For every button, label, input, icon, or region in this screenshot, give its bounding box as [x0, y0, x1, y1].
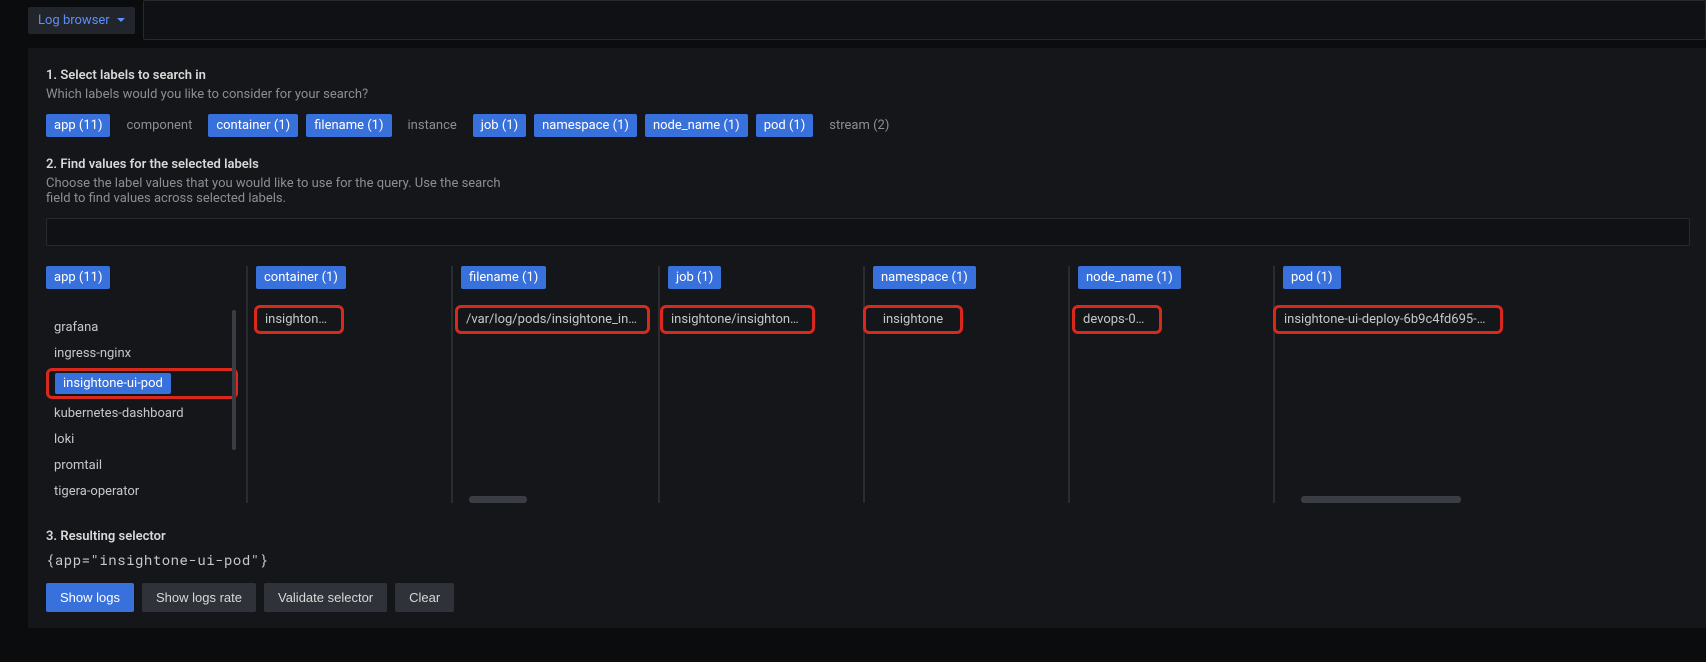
scrollbar-horizontal[interactable] [469, 496, 527, 503]
label-chip-namespace[interactable]: namespace (1) [534, 114, 637, 137]
column-header[interactable]: namespace (1) [873, 266, 976, 289]
value-list: devops-0002 [1078, 305, 1265, 334]
action-button-row: Show logs Show logs rate Validate select… [46, 583, 1690, 612]
column-divider [1068, 266, 1070, 503]
validate-selector-button[interactable]: Validate selector [264, 583, 387, 612]
label-chip-node_name[interactable]: node_name (1) [645, 114, 748, 137]
value-item-highlighted[interactable]: insightone/insightone-ui-pod [660, 305, 815, 334]
label-chip-app[interactable]: app (11) [46, 114, 110, 137]
log-browser-label: Log browser [38, 13, 110, 28]
column-header[interactable]: pod (1) [1283, 266, 1341, 289]
value-list: insightone/insightone-ui-pod [668, 305, 855, 334]
label-chip-job[interactable]: job (1) [473, 114, 526, 137]
label-value-search-input[interactable] [46, 218, 1690, 246]
column-header[interactable]: node_name (1) [1078, 266, 1181, 289]
top-bar: Log browser [0, 0, 1706, 40]
label-chip-stream[interactable]: stream (2) [821, 114, 897, 137]
value-list: grafana ingress-nginx insightone-ui-pod kub… [46, 305, 238, 503]
value-item[interactable]: promtail [46, 454, 238, 477]
label-column-pod: pod (1) insightone-ui-deploy-6b9c4fd695-7… [1283, 266, 1513, 503]
value-list: insightone [873, 305, 1060, 334]
value-list: /var/log/pods/insightone_insightone [461, 305, 650, 334]
section2-desc: Choose the label values that you would l… [46, 176, 506, 206]
label-chip-container[interactable]: container (1) [208, 114, 298, 137]
scrollbar-horizontal[interactable] [1301, 496, 1461, 503]
label-column-app: app (11) grafana ingress-nginx insightone-u… [46, 266, 246, 503]
value-item-highlighted[interactable]: insightone-ui-pod [46, 368, 238, 399]
log-browser-toggle[interactable]: Log browser [28, 7, 135, 34]
column-divider [451, 266, 453, 503]
query-input[interactable] [143, 0, 1706, 40]
value-list: insightone-ui-deploy-6b9c4fd695-7j4 [1283, 305, 1505, 334]
section-select-labels: 1. Select labels to search in Which labe… [46, 68, 1690, 137]
value-item[interactable]: tigera-operator [46, 480, 238, 503]
value-item-highlighted[interactable]: insightone-ui-deploy-6b9c4fd695-7j4 [1273, 305, 1503, 334]
column-divider [658, 266, 660, 503]
value-item-highlighted[interactable]: insightone-ui [254, 305, 344, 334]
chevron-down-icon [117, 18, 125, 22]
section2-title: 2. Find values for the selected labels [46, 157, 1690, 172]
section1-desc: Which labels would you like to consider … [46, 87, 506, 102]
label-column-container: container (1) insightone-ui [256, 266, 451, 503]
clear-button[interactable]: Clear [395, 583, 454, 612]
label-column-filename: filename (1) /var/log/pods/insightone_ins… [461, 266, 658, 503]
show-logs-rate-button[interactable]: Show logs rate [142, 583, 256, 612]
section1-title: 1. Select labels to search in [46, 68, 1690, 83]
label-chip-pod[interactable]: pod (1) [756, 114, 814, 137]
label-column-job: job (1) insightone/insightone-ui-pod [668, 266, 863, 503]
column-header[interactable]: app (11) [46, 266, 110, 289]
label-value-columns: app (11) grafana ingress-nginx insightone-u… [46, 266, 1690, 503]
show-logs-button[interactable]: Show logs [46, 583, 134, 612]
value-item-highlighted[interactable]: devops-0002 [1072, 305, 1162, 334]
value-item[interactable]: kubernetes-dashboard [46, 402, 238, 425]
section-find-values: 2. Find values for the selected labels C… [46, 157, 1690, 246]
value-item-highlighted[interactable]: insightone [863, 305, 963, 334]
column-header[interactable]: filename (1) [461, 266, 546, 289]
section-resulting-selector: 3. Resulting selector {app="insightone-u… [46, 529, 1690, 612]
column-divider [246, 266, 248, 503]
column-divider [863, 266, 865, 503]
label-chips-row: app (11) component container (1) filename (… [46, 114, 1690, 137]
section3-title: 3. Resulting selector [46, 529, 1690, 544]
label-column-namespace: namespace (1) insightone [873, 266, 1068, 503]
label-column-node_name: node_name (1) devops-0002 [1078, 266, 1273, 503]
column-header[interactable]: container (1) [256, 266, 346, 289]
label-chip-component[interactable]: component [118, 114, 200, 137]
label-chip-filename[interactable]: filename (1) [306, 114, 391, 137]
label-chip-instance[interactable]: instance [400, 114, 465, 137]
value-item-cutoff [46, 305, 238, 313]
value-list: insightone-ui [256, 305, 443, 334]
resulting-selector: {app="insightone-ui-pod"} [46, 550, 1690, 569]
log-browser-panel: 1. Select labels to search in Which labe… [28, 48, 1706, 628]
value-item[interactable]: ingress-nginx [46, 342, 238, 365]
value-item[interactable]: grafana [46, 316, 238, 339]
value-item[interactable]: loki [46, 428, 238, 451]
column-divider [1273, 266, 1275, 503]
scrollbar-vertical[interactable] [232, 310, 236, 450]
column-header[interactable]: job (1) [668, 266, 721, 289]
value-item-highlighted[interactable]: /var/log/pods/insightone_insightone [455, 305, 650, 334]
